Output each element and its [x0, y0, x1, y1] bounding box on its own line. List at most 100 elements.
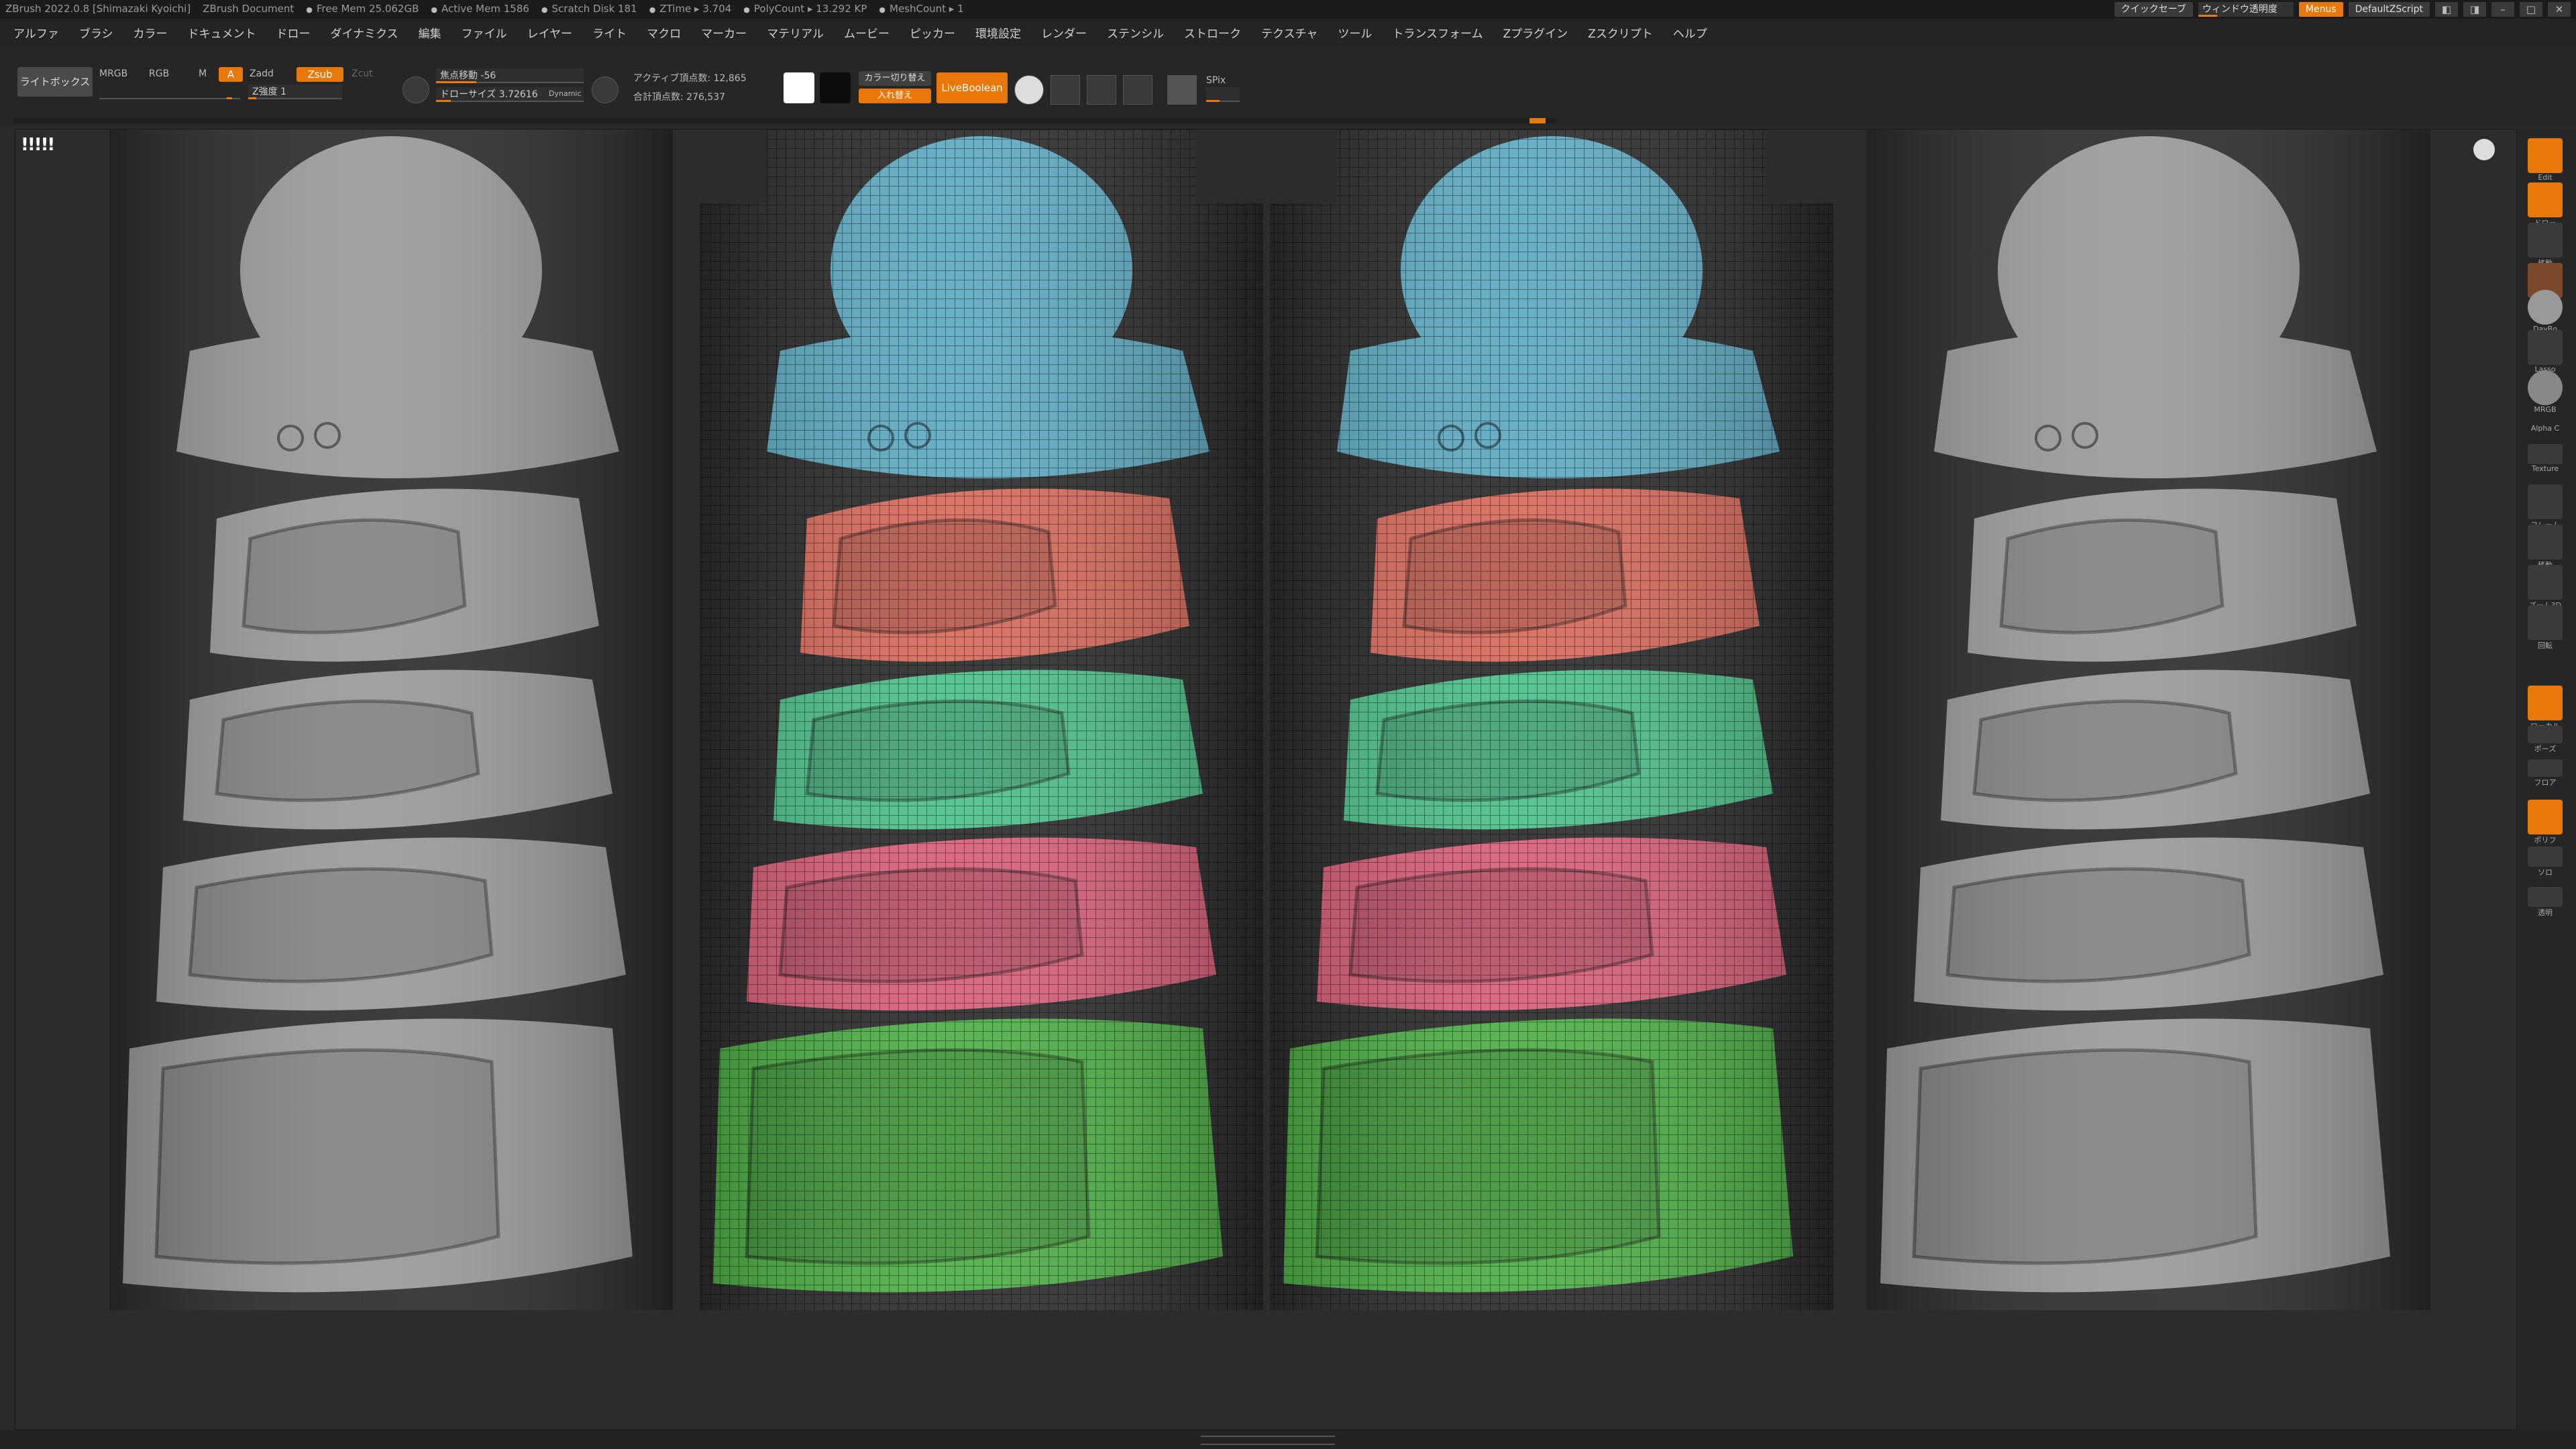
tray-rotate[interactable]: 回転	[2524, 605, 2567, 651]
tray-pose[interactable]: ポーズ	[2524, 726, 2567, 754]
local-symmetry-icon[interactable]	[1051, 75, 1080, 105]
frame-icon[interactable]	[1087, 75, 1116, 105]
canvas-viewport[interactable]: !!!!!	[15, 129, 2517, 1430]
texture-icon	[2528, 444, 2563, 464]
zsub-toggle[interactable]: Zsub	[297, 67, 343, 82]
tray-mrgb[interactable]: MRGB	[2524, 370, 2567, 414]
rotate-icon	[2528, 605, 2563, 640]
close-icon[interactable]: ✕	[2548, 2, 2571, 17]
tray-dayglo[interactable]: DayBo	[2524, 290, 2567, 333]
menu-item[interactable]: Zプラグイン	[1503, 24, 1568, 41]
polyframe-icon[interactable]	[1167, 75, 1197, 105]
model-gray-right-shading	[1867, 129, 2430, 1310]
mrgb-toggle[interactable]: MRGB	[99, 68, 127, 79]
minimize-icon[interactable]: –	[2491, 2, 2514, 17]
tray-floor-label: フロア	[2534, 778, 2557, 787]
ztime: ZTime ▸ 3.704	[649, 0, 731, 19]
dynamic-toggle[interactable]: Dynamic	[549, 89, 582, 98]
z-intensity-slider[interactable]: Z強度 1	[248, 85, 342, 99]
menu-item[interactable]: カラー	[133, 24, 168, 41]
rgb-intensity-slider[interactable]	[99, 85, 240, 99]
camera-head-icon	[2473, 139, 2495, 160]
lock-icon[interactable]	[1123, 75, 1152, 105]
menu-item[interactable]: ツール	[1338, 24, 1372, 41]
tray-texture[interactable]: Texture	[2524, 444, 2567, 473]
zcut-toggle[interactable]: Zcut	[352, 68, 373, 79]
menu-item[interactable]: ピッカー	[910, 24, 955, 41]
default-script-button[interactable]: DefaultZScript	[2348, 2, 2430, 17]
menu-item[interactable]: アルファ	[13, 24, 59, 41]
tray-solo[interactable]: ソロ	[2524, 847, 2567, 877]
model-polygroup-a-bg-mask-tl	[700, 129, 767, 203]
a-toggle[interactable]: A	[219, 67, 243, 82]
spix-slider[interactable]	[1206, 87, 1240, 102]
lightbox-button[interactable]: ライトボックス	[17, 67, 93, 97]
layout-icon[interactable]: ◧	[2435, 2, 2458, 17]
right-tray: Edit ドロー 移動 DayBo Lasso MRGB Alpha C Tex…	[2517, 129, 2576, 1430]
tray-mrgb-label: MRGB	[2534, 405, 2557, 414]
menu-item[interactable]: ヘルプ	[1673, 24, 1707, 41]
swap-button[interactable]: 入れ替え	[859, 89, 931, 103]
floor-icon	[2528, 759, 2563, 777]
tray-alpha[interactable]: Alpha C	[2524, 424, 2567, 433]
spotlight-icon[interactable]	[1014, 75, 1044, 105]
main-color-swatch[interactable]	[784, 72, 814, 103]
menu-item[interactable]: レイヤー	[527, 24, 573, 41]
menu-item[interactable]: マテリアル	[767, 24, 824, 41]
title-bar: ZBrush 2022.0.8 [Shimazaki Kyoichi] ZBru…	[0, 0, 2576, 19]
menu-item[interactable]: ダイナミクス	[331, 24, 398, 41]
bottom-grip[interactable]	[1201, 1436, 1335, 1445]
focal-shift-icon[interactable]	[402, 76, 429, 103]
menu-item[interactable]: レンダー	[1041, 24, 1087, 41]
tray-move[interactable]: 移動	[2524, 223, 2567, 268]
menu-item[interactable]: ファイル	[462, 24, 507, 41]
live-boolean-button[interactable]: LiveBoolean	[936, 72, 1008, 103]
model-gray-left-shading	[109, 129, 673, 1310]
draw-icon	[2528, 182, 2563, 217]
tray-move2[interactable]: 移動	[2524, 525, 2567, 570]
menu-item[interactable]: ムービー	[844, 24, 890, 41]
tray-lasso[interactable]: Lasso	[2524, 330, 2567, 374]
maximize-icon[interactable]: □	[2520, 2, 2542, 17]
window-transparency-slider[interactable]: ウィンドウ透明度	[2198, 2, 2294, 17]
menu-item[interactable]: ドキュメント	[188, 24, 256, 41]
secondary-color-swatch[interactable]	[820, 72, 851, 103]
menu-item[interactable]: マクロ	[647, 24, 681, 41]
tray-polyf[interactable]: ポリフ	[2524, 800, 2567, 845]
model-polygroup-b-bg-mask-tr	[1766, 129, 1833, 203]
model-polygroup-a-wireframe	[700, 129, 1263, 1310]
menu-item[interactable]: テクスチャ	[1261, 24, 1318, 41]
tray-local[interactable]: ローカル	[2524, 686, 2567, 731]
menu-item[interactable]: 編集	[419, 24, 441, 41]
polyframe-tray-icon	[2528, 800, 2563, 835]
layout2-icon[interactable]: ◨	[2463, 2, 2486, 17]
tray-draw[interactable]: ドロー	[2524, 182, 2567, 228]
move-icon	[2528, 223, 2563, 258]
menu-item[interactable]: ステンシル	[1107, 24, 1164, 41]
draw-size-icon[interactable]	[592, 76, 619, 103]
bottom-bar	[0, 1430, 2576, 1449]
menu-item[interactable]: ライト	[592, 24, 627, 41]
tray-edit[interactable]: Edit	[2524, 138, 2567, 182]
menus-button[interactable]: Menus	[2298, 2, 2343, 17]
tray-zoom[interactable]: ズーム3D	[2524, 565, 2567, 610]
focal-shift-slider[interactable]: 焦点移動 -56	[436, 68, 584, 83]
menu-item[interactable]: トランスフォーム	[1392, 24, 1483, 41]
tray-frame[interactable]: フレーム	[2524, 484, 2567, 530]
focal-shift-label: 焦点移動 -56	[440, 70, 496, 81]
menu-item[interactable]: ストローク	[1184, 24, 1241, 41]
rgb-toggle[interactable]: RGB	[149, 68, 169, 79]
menu-item[interactable]: ドロー	[276, 24, 311, 41]
menu-item[interactable]: Zスクリプト	[1588, 24, 1653, 41]
color-switch-button[interactable]: カラー切り替え	[859, 71, 931, 86]
m-toggle[interactable]: M	[199, 68, 207, 79]
menu-item[interactable]: ブラシ	[79, 24, 113, 41]
zadd-toggle[interactable]: Zadd	[250, 68, 274, 79]
menu-item[interactable]: マーカー	[701, 24, 747, 41]
menu-item[interactable]: 環境設定	[975, 24, 1021, 41]
pose-icon	[2528, 726, 2563, 743]
tray-transp[interactable]: 透明	[2524, 887, 2567, 918]
tray-floor[interactable]: フロア	[2524, 759, 2567, 788]
quicksave-button[interactable]: クイックセーブ	[2114, 2, 2193, 17]
app-title: ZBrush 2022.0.8 [Shimazaki Kyoichi]	[5, 3, 191, 15]
